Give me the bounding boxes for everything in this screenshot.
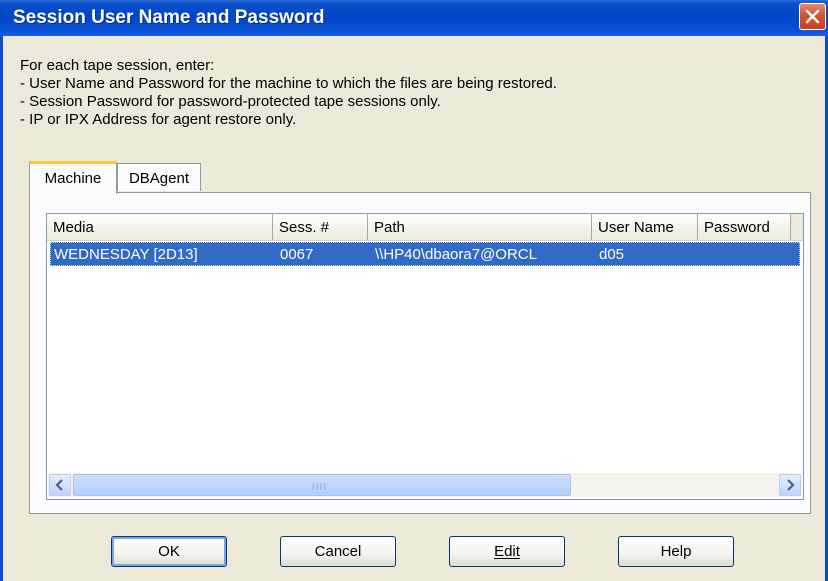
close-button[interactable]	[799, 3, 826, 30]
edit-button-label: Edit	[494, 543, 520, 560]
column-header-password[interactable]: Password	[698, 214, 791, 240]
instructions-text: For each tape session, enter: - User Nam…	[20, 57, 557, 129]
close-icon	[805, 9, 820, 24]
window-frame-left	[0, 36, 3, 581]
title-bar[interactable]: Session User Name and Password	[0, 0, 828, 36]
help-button-label: Help	[660, 543, 692, 560]
column-header-path[interactable]: Path	[368, 214, 592, 240]
tab-dbagent[interactable]: DBAgent	[117, 163, 201, 191]
chevron-left-icon	[55, 479, 63, 491]
instruction-line: - IP or IPX Address for agent restore on…	[20, 111, 297, 128]
instruction-line: For each tape session, enter:	[20, 57, 215, 74]
column-header-user-name[interactable]: User Name	[592, 214, 698, 240]
scroll-thumb[interactable]: IIII	[73, 474, 571, 496]
chevron-right-icon	[787, 479, 795, 491]
ok-button[interactable]: OK	[111, 536, 227, 567]
grip-icon: IIII	[312, 482, 328, 493]
instruction-line: - User Name and Password for the machine…	[20, 75, 557, 92]
column-header-media[interactable]: Media	[47, 214, 273, 240]
scroll-right-button[interactable]	[779, 474, 801, 496]
cell-session: 0067	[280, 246, 314, 263]
instruction-line: - Session Password for password-protecte…	[20, 93, 441, 110]
cell-path: \\HP40\dbaora7@ORCL	[375, 246, 537, 263]
session-list[interactable]: Media Sess. # Path User Name Password WE…	[46, 213, 804, 500]
column-header-session[interactable]: Sess. #	[273, 214, 368, 240]
cancel-button-label: Cancel	[314, 543, 362, 560]
scroll-left-button[interactable]	[49, 474, 71, 496]
table-row[interactable]: WEDNESDAY [2D13] 0067 \\HP40\dbaora7@ORC…	[50, 242, 800, 266]
tab-label: Machine	[44, 170, 102, 187]
cancel-button[interactable]: Cancel	[280, 536, 396, 567]
edit-button[interactable]: Edit	[449, 536, 565, 567]
window-title: Session User Name and Password	[13, 7, 325, 28]
horizontal-scrollbar[interactable]: IIII	[48, 473, 802, 497]
cell-media: WEDNESDAY [2D13]	[54, 246, 198, 263]
ok-button-label: OK	[158, 543, 180, 560]
list-header: Media Sess. # Path User Name Password	[47, 214, 803, 241]
tab-machine[interactable]: Machine	[29, 161, 117, 194]
cell-user-name: d05	[599, 246, 625, 263]
help-button[interactable]: Help	[618, 536, 734, 567]
tab-label: DBAgent	[128, 170, 190, 187]
